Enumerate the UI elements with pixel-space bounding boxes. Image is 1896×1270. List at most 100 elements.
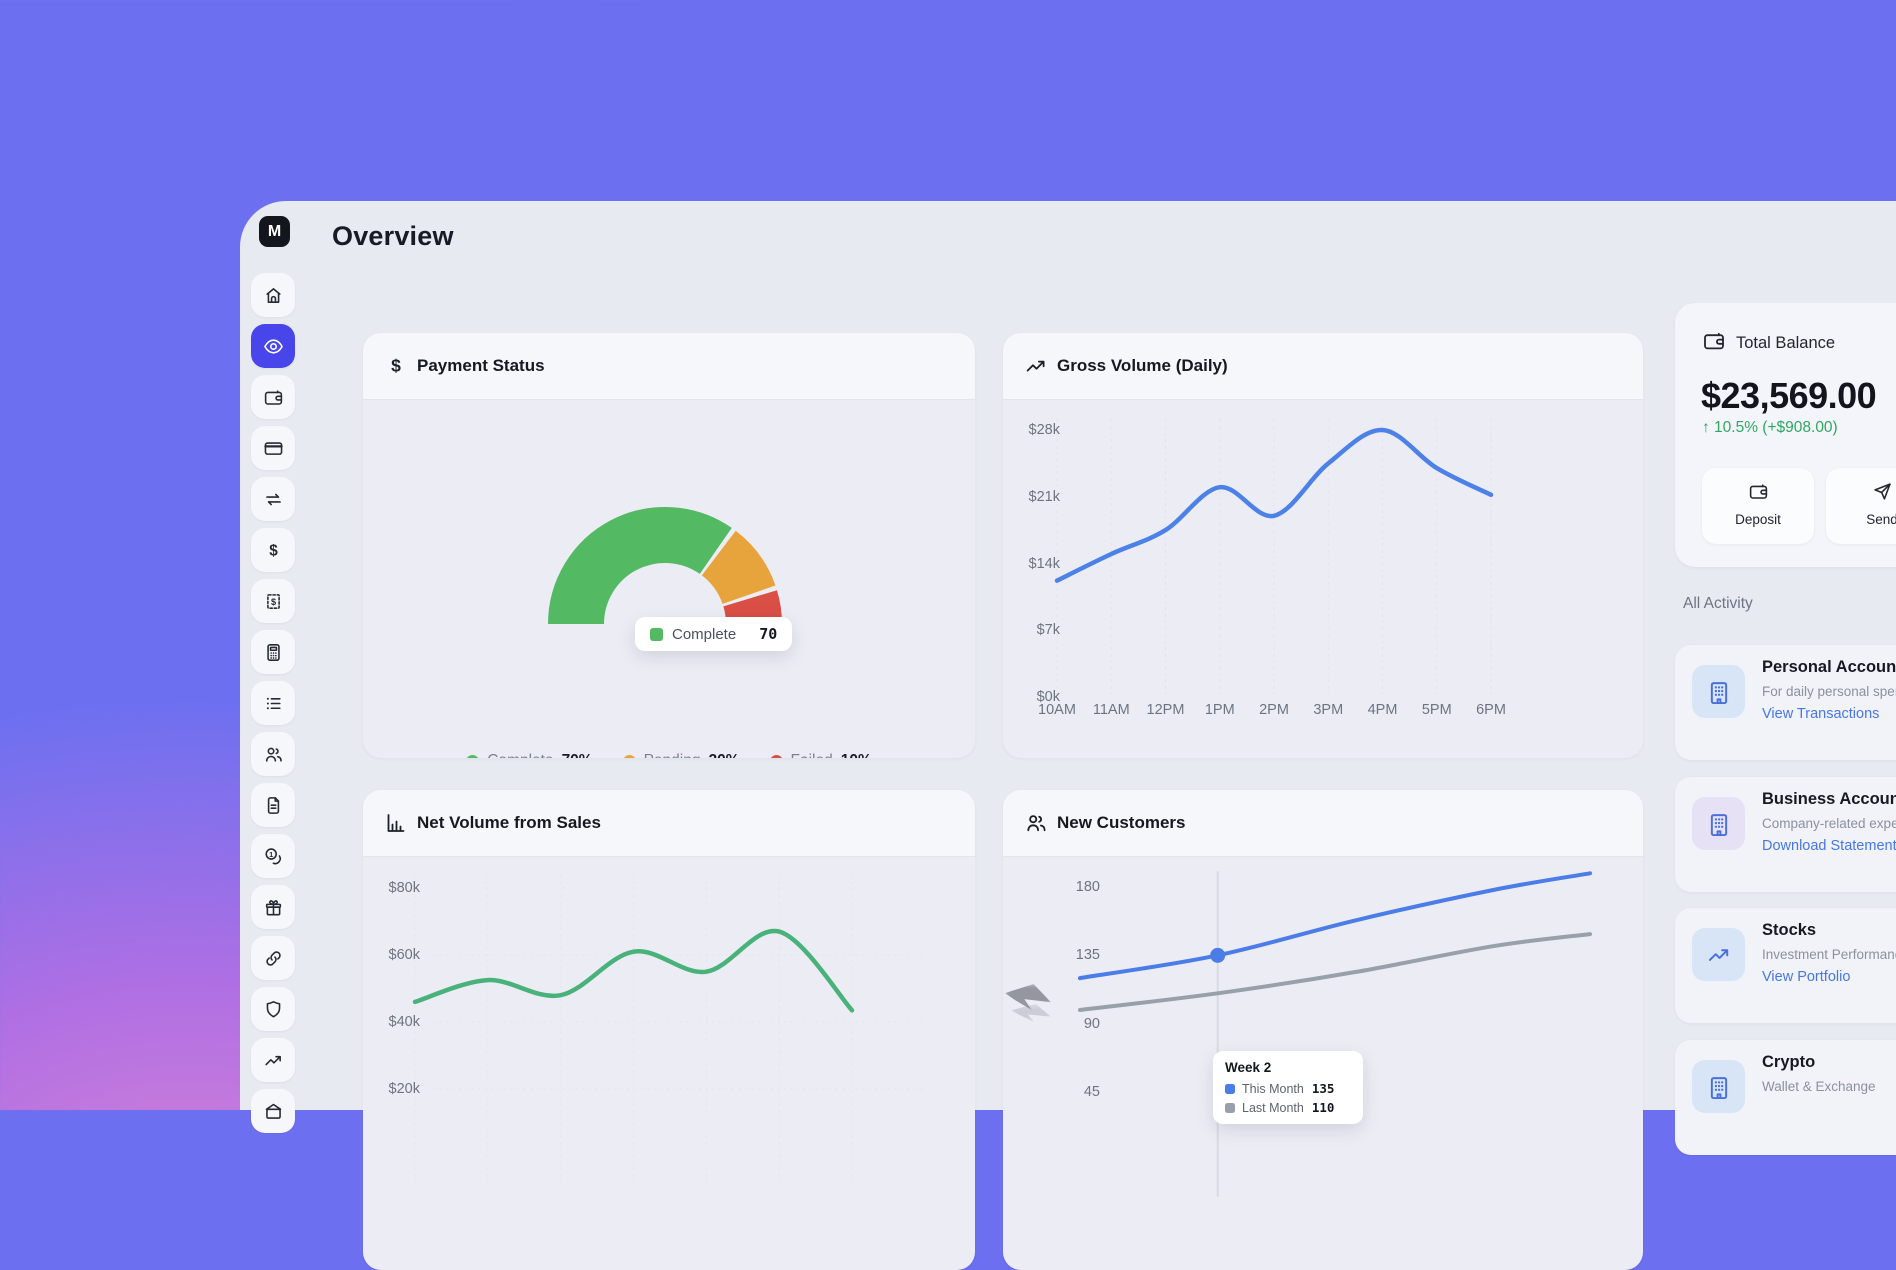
send-label: Send [1826,512,1896,527]
gross-volume-card: Gross Volume (Daily) 10AM11AM12PM1PM2PM3… [1003,333,1643,758]
dashboard-screen: { "app": { "logo_letter": "M", "page_tit… [0,0,1896,1110]
sidebar-item-links[interactable] [251,936,295,980]
total-balance-card: Total Balance $23,569.00 ↑ 10.5% (+$908.… [1675,303,1896,567]
week-tooltip: Week 2 This Month135 Last Month110 [1213,1051,1363,1124]
wallet-icon [1702,329,1726,358]
balance-label: Total Balance [1736,334,1835,353]
sidebar-item-lists[interactable] [251,681,295,725]
sidebar-item-home[interactable] [251,273,295,317]
activity-subtitle: Wallet & Exchange [1762,1079,1876,1094]
building-icon [1692,665,1745,718]
tooltip-value: 70 [759,625,777,643]
sidebar-item-rewards[interactable] [251,885,295,929]
net-volume-chart[interactable]: $80k$60k$40k$20k [363,856,975,1270]
series-label: This Month [1242,1082,1304,1096]
sidebar-item-overview[interactable] [251,324,295,368]
tooltip-row: Last Month110 [1225,1100,1351,1115]
deposit-button[interactable]: Deposit [1702,468,1814,544]
activity-link[interactable]: View Transactions [1762,706,1879,722]
balance-change: ↑ 10.5% (+$908.00) [1702,419,1838,437]
net-volume-header: Net Volume from Sales [363,790,975,857]
app-logo[interactable]: M [259,216,290,247]
gauge-legend: Complete70%Pending20%Failed10% [363,752,975,758]
new-customers-chart[interactable]: Week 2 This Month135Last Month110 180135… [1003,856,1643,1270]
activity-subtitle: For daily personal spending [1762,684,1896,699]
building-icon [1692,1060,1745,1113]
gauge-tooltip: Complete 70 [635,617,792,651]
legend-value: 70% [562,752,593,758]
axis-tick-label: $7k [1014,622,1060,638]
activity-link[interactable]: Download Statements [1762,838,1896,854]
series-swatch [1225,1084,1235,1094]
sidebar-item-payments[interactable]: $ [251,528,295,572]
axis-tick-label: 3PM [1313,702,1343,718]
axis-tick-label: 1PM [1205,702,1235,718]
tooltip-title: Week 2 [1225,1060,1351,1075]
payment-status-chart[interactable]: Complete 70 Complete70%Pending20%Failed1… [363,399,975,758]
axis-tick-label: 5PM [1422,702,1452,718]
bar-chart-icon [384,811,408,835]
tooltip-row: This Month135 [1225,1081,1351,1096]
svg-text:$: $ [270,597,275,607]
wallet-icon [1748,489,1769,506]
activity-subtitle: Investment Performance [1762,947,1896,962]
sidebar-item-security[interactable] [251,987,295,1031]
axis-tick-label: $28k [1014,422,1060,438]
gross-volume-header: Gross Volume (Daily) [1003,333,1643,400]
gross-volume-chart[interactable]: 10AM11AM12PM1PM2PM3PM4PM5PM6PM$28k$21k$1… [1003,399,1643,758]
axis-tick-label: 4PM [1368,702,1398,718]
axis-tick-label: 90 [1054,1016,1100,1032]
series-label: Last Month [1242,1101,1304,1115]
legend-label: Complete [487,752,553,758]
sidebar-item-customers[interactable] [251,732,295,776]
sidebar-item-bank[interactable] [251,1089,295,1133]
users-icon [263,744,284,765]
card-title: New Customers [1057,813,1185,833]
activity-card-business-account[interactable]: Business AccountCompany-related expenses… [1675,777,1896,892]
sidebar-item-calculator[interactable] [251,630,295,674]
axis-tick-label: $20k [374,1081,420,1097]
axis-tick-label: 135 [1054,947,1100,963]
card-title: Gross Volume (Daily) [1057,356,1228,376]
sidebar-item-documents[interactable] [251,783,295,827]
axis-tick-label: $0k [1014,689,1060,705]
building-icon [1692,797,1745,850]
axis-tick-label: $40k [374,1014,420,1030]
sidebar-item-coins[interactable]: 1 [251,834,295,878]
legend-label: Failed [791,752,833,758]
axis-tick-label: 2PM [1259,702,1289,718]
sidebar-item-wallet[interactable] [251,375,295,419]
card-title: Net Volume from Sales [417,813,601,833]
home-icon [263,285,284,306]
gauge-chart [363,399,975,758]
legend-dot [770,755,783,759]
activity-card-crypto[interactable]: CryptoWallet & Exchange [1675,1040,1896,1155]
trend-icon [263,1050,284,1071]
sidebar-item-transfers[interactable] [251,477,295,521]
page-title: Overview [332,221,454,252]
list-icon [263,693,284,714]
file-icon [263,795,284,816]
activity-link[interactable]: View Portfolio [1762,969,1850,985]
sidebar-item-analytics[interactable] [251,1038,295,1082]
deposit-label: Deposit [1702,512,1814,527]
users-icon [1024,811,1048,835]
svg-text:$: $ [269,542,278,559]
legend-dot [623,755,636,759]
axis-tick-label: 6PM [1476,702,1506,718]
sidebar-item-invoices[interactable]: $ [251,579,295,623]
series-swatch [1225,1103,1235,1113]
axis-tick-label: $80k [374,880,420,896]
activity-card-personal-account[interactable]: Personal AccountFor daily personal spend… [1675,645,1896,760]
activity-card-stocks[interactable]: StocksInvestment PerformanceView Portfol… [1675,908,1896,1023]
send-icon [1872,489,1893,506]
new-customers-card: New Customers Week 2 This Month135Last M… [1003,790,1643,1270]
sidebar-item-cards[interactable] [251,426,295,470]
payment-status-header: $ Payment Status [363,333,975,400]
send-button[interactable]: Send [1826,468,1896,544]
coins-icon: 1 [263,846,284,867]
legend-value: 20% [708,752,739,758]
trend-icon [1692,928,1745,981]
card-title: Payment Status [417,356,545,376]
payment-status-card: $ Payment Status Complete 70 Complete 70%… [363,333,975,758]
